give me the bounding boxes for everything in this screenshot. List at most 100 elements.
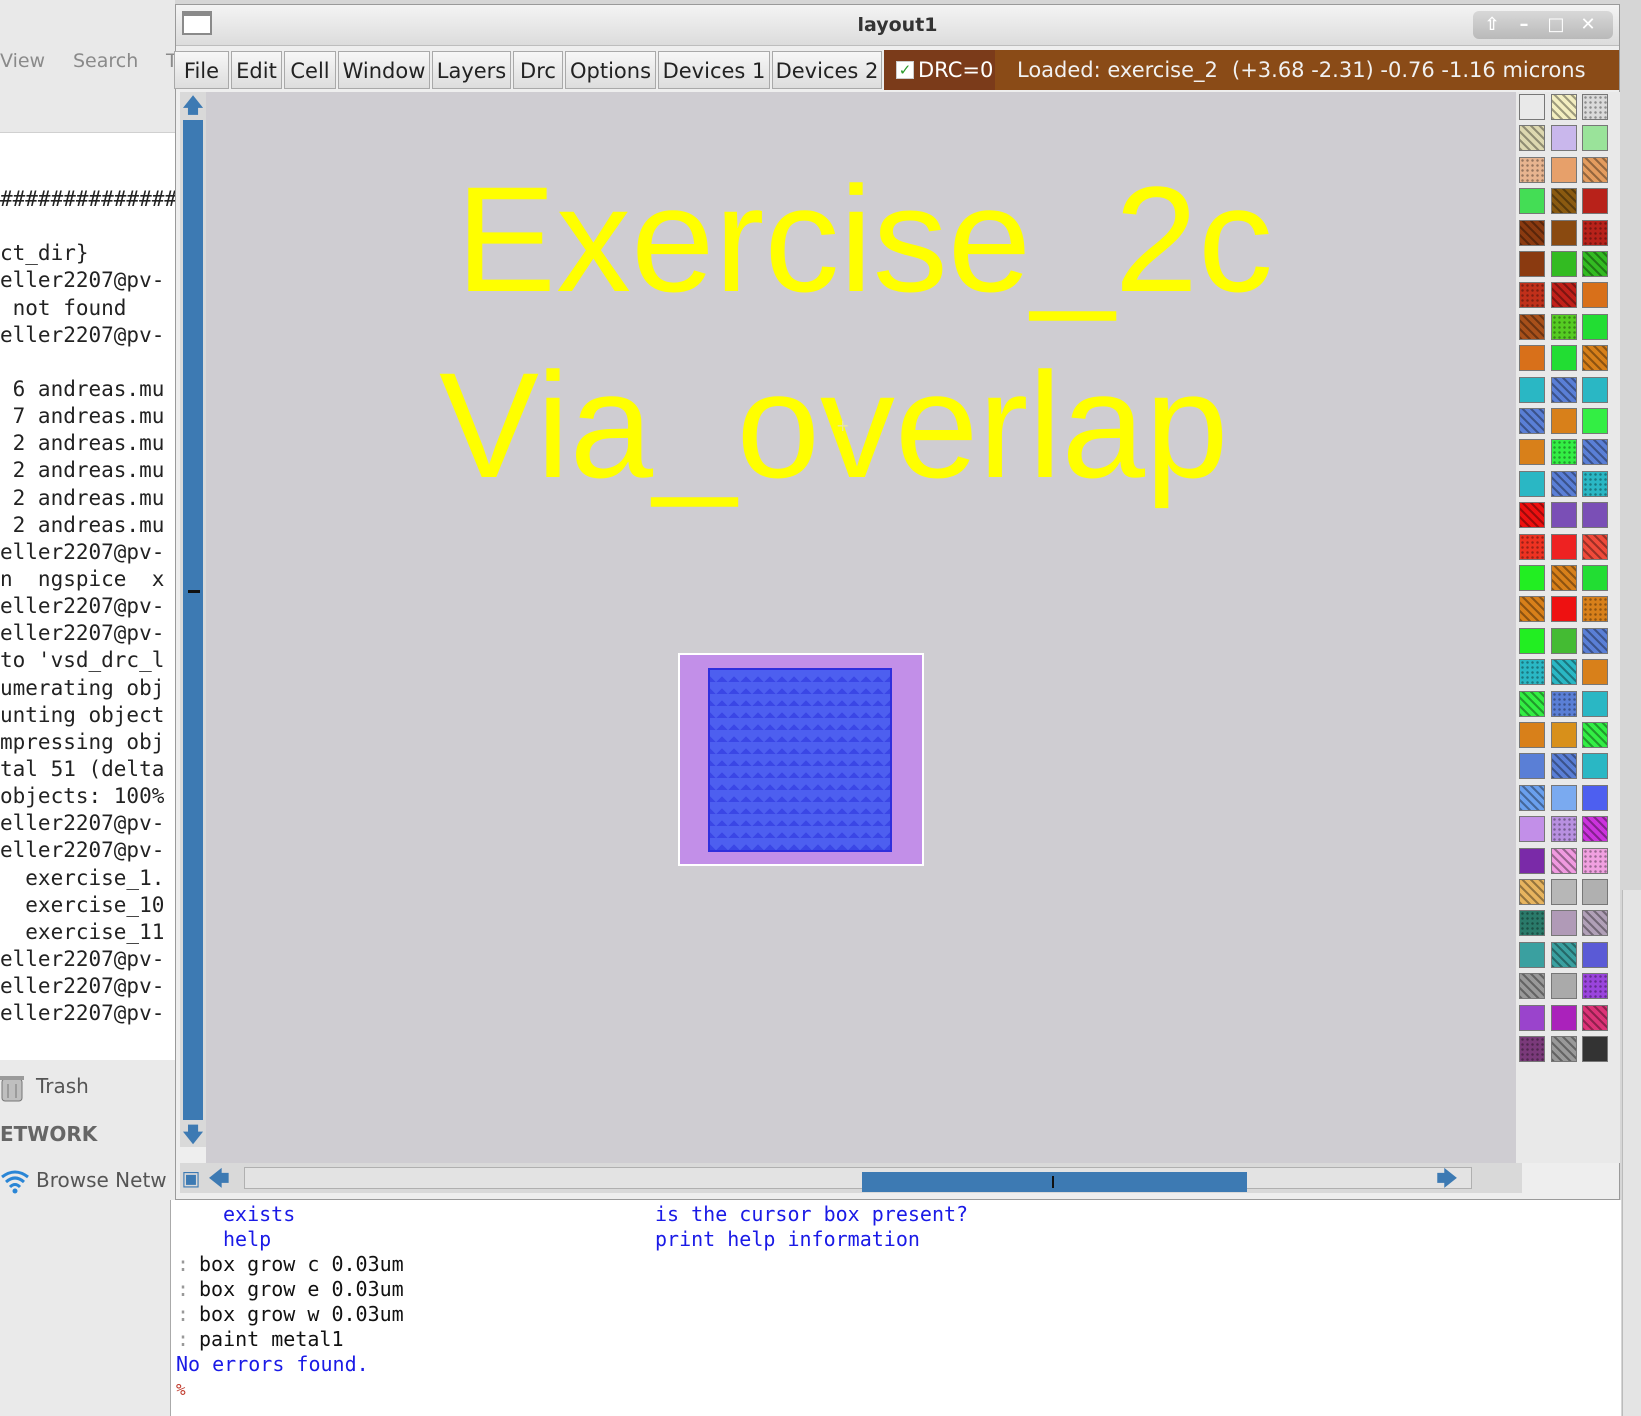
layer-swatch[interactable] (1519, 439, 1545, 466)
layer-swatch[interactable] (1551, 690, 1577, 717)
layer-swatch[interactable] (1519, 910, 1545, 937)
layer-swatch[interactable] (1551, 313, 1577, 340)
sidebar-item-trash[interactable]: Trash (36, 1074, 89, 1098)
layer-swatch[interactable] (1519, 627, 1545, 654)
layer-swatch[interactable] (1551, 847, 1577, 874)
layer-swatch[interactable] (1582, 1036, 1608, 1062)
layer-swatch[interactable] (1551, 470, 1577, 497)
vertical-scrollbar[interactable]: 🡅 🡇 (180, 92, 206, 1147)
layer-swatch[interactable] (1519, 690, 1545, 717)
horizontal-scroll-track[interactable] (244, 1167, 1472, 1192)
layer-swatch[interactable] (1551, 188, 1577, 215)
layer-swatch[interactable] (1519, 408, 1545, 434)
layer-swatch[interactable] (1519, 470, 1545, 497)
menu-cell[interactable]: Cell (284, 51, 336, 89)
layer-swatch[interactable] (1582, 502, 1608, 529)
layer-swatch[interactable] (1551, 502, 1577, 529)
layer-swatch[interactable] (1519, 125, 1545, 152)
layer-swatch[interactable] (1551, 910, 1577, 937)
scroll-left-icon[interactable]: 🡄 (208, 1167, 230, 1189)
metal1-rectangle[interactable] (678, 653, 924, 866)
layer-swatch[interactable] (1582, 313, 1608, 340)
menu-layers[interactable]: Layers (432, 51, 511, 89)
layer-swatch[interactable] (1582, 784, 1608, 811)
zoom-box-icon[interactable]: ▣ (180, 1167, 202, 1189)
layer-swatch[interactable] (1551, 879, 1577, 905)
layer-swatch[interactable] (1519, 156, 1545, 183)
maximize-icon[interactable]: □ (1545, 14, 1567, 36)
sidebar-item-browse-network[interactable]: Browse Netw (36, 1168, 167, 1192)
menu-options[interactable]: Options (565, 51, 656, 89)
menu-view[interactable]: View (0, 50, 45, 72)
menu-window[interactable]: Window (338, 51, 430, 89)
layer-swatch[interactable] (1582, 282, 1608, 309)
layer-swatch[interactable] (1551, 816, 1577, 843)
layer-swatch[interactable] (1551, 282, 1577, 309)
layer-swatch[interactable] (1551, 973, 1577, 1000)
layer-swatch[interactable] (1551, 219, 1577, 246)
scroll-down-icon[interactable]: 🡇 (182, 1123, 204, 1145)
layer-swatch[interactable] (1582, 470, 1608, 497)
layer-swatch[interactable] (1519, 376, 1545, 403)
layer-swatch[interactable] (1551, 345, 1577, 372)
layer-swatch[interactable] (1582, 847, 1608, 874)
layer-swatch[interactable] (1519, 659, 1545, 686)
layer-swatch[interactable] (1519, 879, 1545, 905)
layout-canvas[interactable]: Exercise_2c Via_overlap + (206, 92, 1550, 1163)
scroll-right-icon[interactable]: 🡆 (1436, 1167, 1458, 1189)
layer-swatch[interactable] (1582, 816, 1608, 843)
layer-swatch[interactable] (1551, 251, 1577, 277)
checkbox-icon[interactable]: ✓ (896, 61, 914, 79)
layer-swatch[interactable] (1582, 1004, 1608, 1031)
scroll-up-icon[interactable]: 🡅 (182, 94, 204, 116)
layer-swatch[interactable] (1519, 219, 1545, 246)
menu-file[interactable]: File (174, 51, 229, 89)
layer-swatch[interactable] (1551, 753, 1577, 780)
layer-swatch[interactable] (1582, 219, 1608, 246)
layer-swatch[interactable] (1551, 596, 1577, 623)
layer-swatch[interactable] (1582, 94, 1608, 120)
layer-swatch[interactable] (1582, 565, 1608, 591)
layer-swatch[interactable] (1519, 784, 1545, 811)
drc-toggle[interactable]: ✓ DRC=0 (884, 50, 995, 90)
layer-swatch[interactable] (1551, 627, 1577, 654)
layer-swatch[interactable] (1551, 533, 1577, 560)
layer-swatch[interactable] (1582, 376, 1608, 403)
layer-swatch[interactable] (1519, 1004, 1545, 1031)
layer-swatch[interactable] (1551, 408, 1577, 434)
layer-swatch[interactable] (1519, 596, 1545, 623)
window-titlebar[interactable]: layout1 ⇧ – □ ✕ (176, 5, 1619, 46)
layer-swatch[interactable] (1582, 941, 1608, 968)
layer-swatch[interactable] (1582, 125, 1608, 152)
layer-swatch[interactable] (1551, 784, 1577, 811)
layer-swatch[interactable] (1582, 188, 1608, 215)
vertical-scroll-thumb[interactable] (183, 120, 203, 1120)
layer-swatch[interactable] (1519, 313, 1545, 340)
layer-swatch[interactable] (1582, 345, 1608, 372)
layer-swatch[interactable] (1551, 125, 1577, 152)
console-scrollbar[interactable] (1622, 890, 1641, 1416)
layer-swatch[interactable] (1519, 502, 1545, 529)
menu-drc[interactable]: Drc (513, 51, 563, 89)
layer-swatch[interactable] (1582, 408, 1608, 434)
layer-swatch[interactable] (1551, 659, 1577, 686)
layer-swatch[interactable] (1551, 156, 1577, 183)
layer-swatch[interactable] (1582, 910, 1608, 937)
horizontal-scrollbar[interactable]: ▣ 🡄 🡆 (180, 1163, 1522, 1193)
layer-swatch[interactable] (1519, 565, 1545, 591)
layer-swatch[interactable] (1551, 94, 1577, 120)
layer-swatch[interactable] (1582, 533, 1608, 560)
layer-swatch[interactable] (1582, 973, 1608, 1000)
minimize-icon[interactable]: – (1513, 14, 1535, 36)
layer-swatch[interactable] (1519, 722, 1545, 748)
layer-swatch[interactable] (1582, 251, 1608, 277)
layer-swatch[interactable] (1519, 816, 1545, 843)
layer-swatch[interactable] (1582, 753, 1608, 780)
layer-swatch[interactable] (1582, 596, 1608, 623)
layer-swatch[interactable] (1551, 1004, 1577, 1031)
via-rectangle[interactable] (708, 668, 892, 852)
layer-swatch[interactable] (1582, 439, 1608, 466)
layer-swatch[interactable] (1551, 1036, 1577, 1062)
layer-swatch[interactable] (1519, 847, 1545, 874)
layer-swatch[interactable] (1519, 251, 1545, 277)
